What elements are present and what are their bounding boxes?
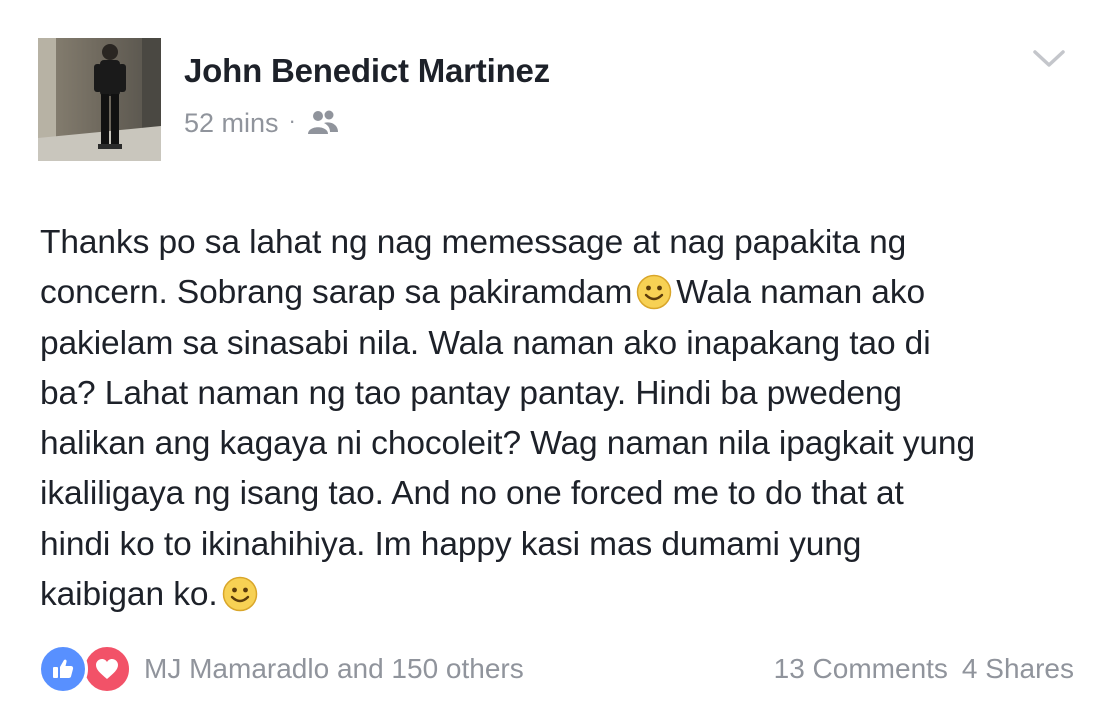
post-text-line: ikaliligaya ng isang tao. And no one for… — [40, 475, 904, 513]
comments-count[interactable]: 13 Comments — [774, 653, 948, 685]
shares-count[interactable]: 4 Shares — [962, 653, 1074, 685]
author-name[interactable]: John Benedict Martinez — [184, 52, 550, 90]
post-text-segment: kaibigan ko. — [40, 576, 218, 614]
chevron-down-icon[interactable] — [1030, 44, 1068, 72]
post-footer: MJ Mamaradlo and 150 others 13 Comments … — [38, 644, 1078, 694]
reactors-text[interactable]: MJ Mamaradlo and 150 others — [144, 653, 524, 685]
post-meta: 52 mins · — [184, 106, 340, 140]
smile-emoji-icon — [636, 274, 672, 310]
post-text-line: Thanks po sa lahat ng nag memessage at n… — [40, 224, 907, 261]
engagement-counts: 13 Comments 4 Shares — [774, 644, 1074, 694]
post-text-line: kaibigan ko. — [40, 570, 1080, 620]
avatar[interactable] — [38, 38, 161, 161]
post-text-line: pakielam sa sinasabi nila. Wala naman ak… — [40, 324, 931, 362]
post-text-line: concern. Sobrang sarap sa pakiramdam Wala… — [40, 268, 1080, 318]
avatar-photo — [38, 38, 161, 161]
post-text-line: ba? Lahat naman ng tao pantay pantay. Hi… — [40, 374, 902, 412]
smile-emoji-icon — [222, 576, 258, 612]
reactions-summary[interactable]: MJ Mamaradlo and 150 others — [38, 644, 524, 694]
post-timestamp[interactable]: 52 mins — [184, 108, 279, 139]
facebook-post: John Benedict Martinez 52 mins · Thanks … — [0, 0, 1120, 708]
post-text-segment: concern. Sobrang sarap sa pakiramdam — [40, 274, 633, 312]
post-body-text: Thanks po sa lahat ng nag memessage at n… — [40, 218, 1080, 620]
friends-icon[interactable] — [306, 108, 340, 138]
meta-separator: · — [288, 108, 296, 133]
post-text-line: hindi ko to ikinahihiya. Im happy kasi m… — [40, 525, 862, 563]
post-text-segment: Wala naman ako — [676, 274, 926, 312]
love-icon[interactable] — [82, 644, 132, 694]
post-text-line: halikan ang kagaya ni chocoleit? Wag nam… — [40, 425, 975, 463]
like-icon[interactable] — [38, 644, 88, 694]
